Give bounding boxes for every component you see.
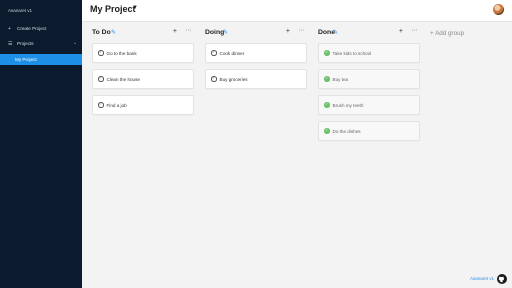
task-card[interactable]: ✓ Buy groceries — [205, 69, 307, 89]
task-title: Brush my teeth — [332, 102, 364, 108]
check-circle-icon[interactable]: ✓ — [324, 76, 330, 82]
board: To Do ✎ + ··· ✓ Go to the bank ✓ Clean t… — [82, 22, 512, 288]
header: My Project ▼ — [82, 0, 512, 22]
github-icon[interactable] — [497, 274, 507, 284]
page-title: My Project — [90, 4, 136, 14]
list-icon: ☰ — [8, 40, 13, 47]
task-card[interactable]: ✓ Take kids to school — [318, 43, 420, 63]
add-group-button[interactable]: + Add group — [430, 30, 464, 37]
task-card[interactable]: ✓ Clean the house — [92, 69, 194, 89]
column-title: To Do — [92, 29, 111, 36]
sidebar-item-label: My Project — [15, 57, 37, 62]
plus-icon: + — [8, 25, 11, 32]
avatar[interactable] — [493, 4, 504, 15]
more-icon[interactable]: ··· — [299, 27, 305, 34]
projects-section-toggle[interactable]: ☰ Projects ^ — [0, 38, 82, 49]
add-task-button[interactable]: + — [286, 28, 290, 35]
more-icon[interactable]: ··· — [412, 27, 418, 34]
task-card[interactable]: ✓ Do the dishes — [318, 121, 420, 141]
check-circle-icon[interactable]: ✓ — [324, 50, 330, 56]
task-card[interactable]: ✓ Go to the bank — [92, 43, 194, 63]
check-circle-icon[interactable]: ✓ — [211, 76, 217, 82]
chevron-up-icon: ^ — [74, 41, 76, 46]
check-circle-icon[interactable]: ✓ — [98, 50, 104, 56]
column-header: Done ✎ + ··· — [318, 27, 419, 38]
caret-down-icon[interactable]: ▼ — [132, 5, 138, 11]
sidebar: Asanaret v1 + Create Project ☰ Projects … — [0, 0, 82, 288]
create-project-button[interactable]: + Create Project — [0, 23, 82, 34]
task-card[interactable]: ✓ Cook dinner — [205, 43, 307, 63]
projects-label: Projects — [17, 41, 34, 46]
task-title: Find a job — [106, 102, 127, 108]
column-header: To Do ✎ + ··· — [92, 27, 193, 38]
column-header: Doing ✎ + ··· — [205, 27, 306, 38]
check-circle-icon[interactable]: ✓ — [324, 102, 330, 108]
task-card[interactable]: ✓ Find a job — [92, 95, 194, 115]
task-title: Go to the bank — [106, 50, 137, 56]
column-title: Doing — [205, 29, 225, 36]
check-circle-icon[interactable]: ✓ — [324, 128, 330, 134]
add-task-button[interactable]: + — [173, 28, 177, 35]
check-circle-icon[interactable]: ✓ — [211, 50, 217, 56]
footer-version-link[interactable]: Asanaret v1 — [470, 276, 494, 281]
more-icon[interactable]: ··· — [186, 27, 192, 34]
task-card[interactable]: ✓ Brush my teeth — [318, 95, 420, 115]
task-title: Buy groceries — [219, 76, 248, 82]
add-task-button[interactable]: + — [399, 28, 403, 35]
task-card[interactable]: ✓ Buy tea — [318, 69, 420, 89]
task-title: Clean the house — [106, 76, 140, 82]
pencil-icon[interactable]: ✎ — [333, 30, 339, 36]
task-title: Do the dishes — [332, 128, 361, 134]
sidebar-item-my-project[interactable]: My Project — [0, 54, 82, 65]
check-circle-icon[interactable]: ✓ — [98, 76, 104, 82]
app-title: Asanaret v1 — [8, 8, 33, 13]
create-project-label: Create Project — [17, 26, 47, 31]
task-title: Cook dinner — [219, 50, 245, 56]
pencil-icon[interactable]: ✎ — [111, 30, 117, 36]
check-circle-icon[interactable]: ✓ — [98, 102, 104, 108]
task-title: Take kids to school — [332, 50, 372, 56]
task-title: Buy tea — [332, 76, 349, 82]
pencil-icon[interactable]: ✎ — [223, 30, 229, 36]
